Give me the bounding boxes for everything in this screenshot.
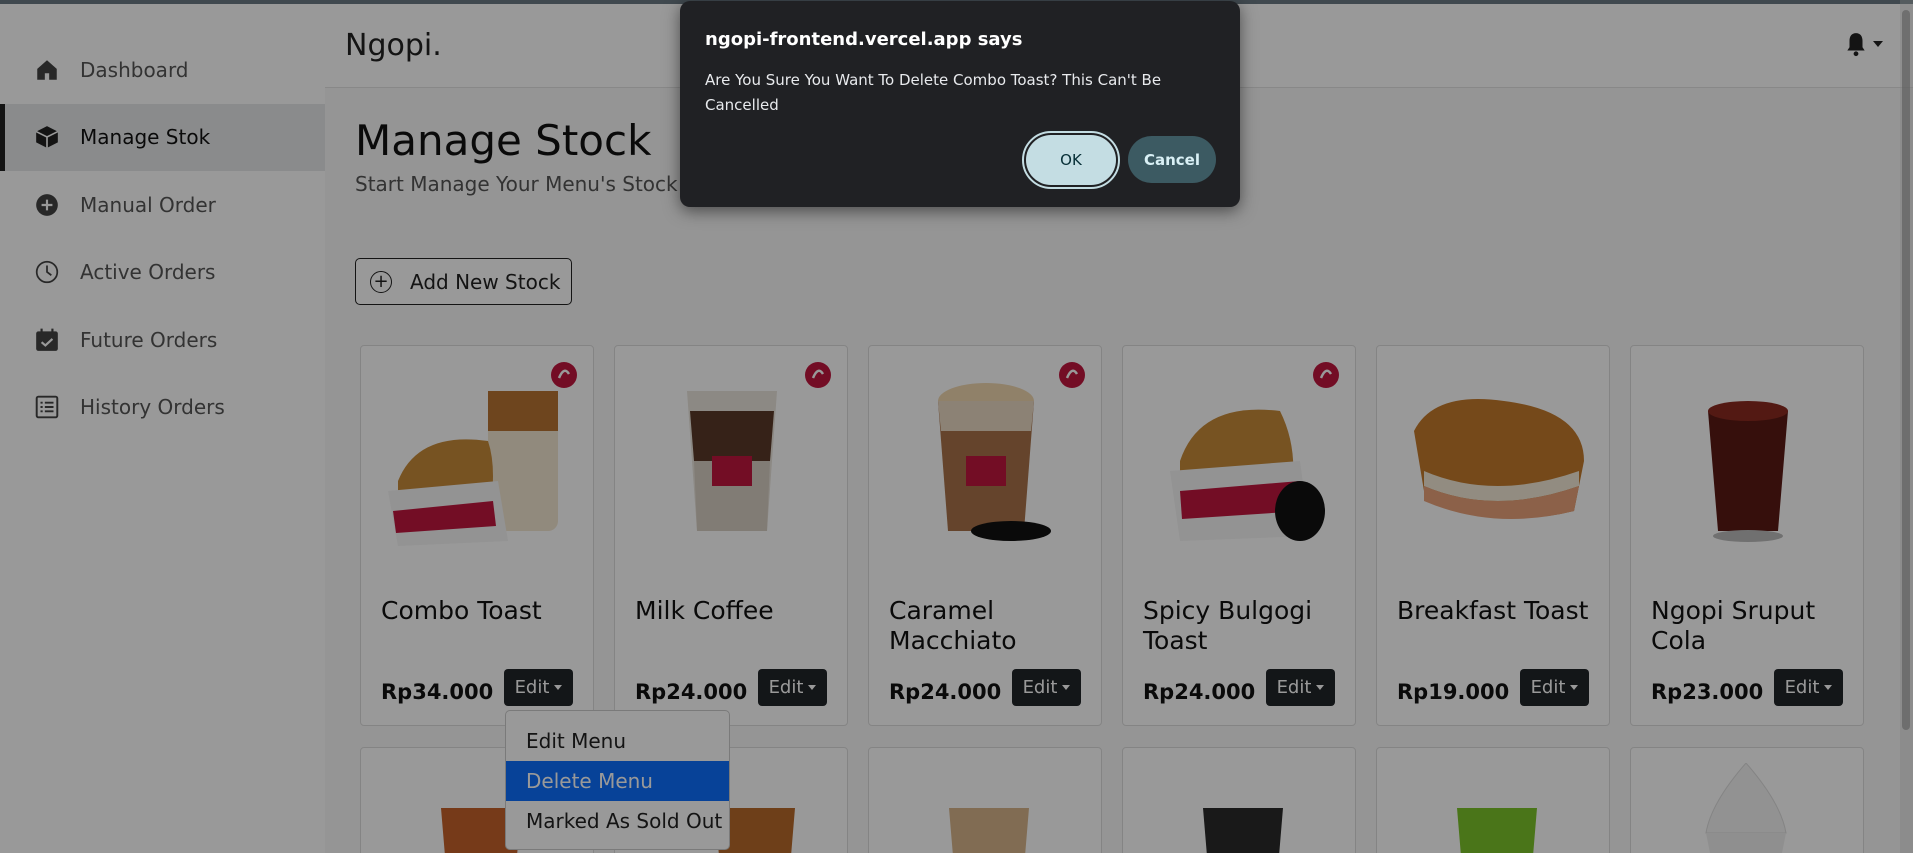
dialog-message: Are You Sure You Want To Delete Combo To… <box>705 71 1162 114</box>
dialog-title: ngopi-frontend.vercel.app says <box>705 29 1023 50</box>
ok-button[interactable]: OK <box>1022 131 1120 189</box>
confirm-dialog: ngopi-frontend.vercel.app says Are You S… <box>680 1 1240 207</box>
cancel-button[interactable]: Cancel <box>1128 136 1216 183</box>
